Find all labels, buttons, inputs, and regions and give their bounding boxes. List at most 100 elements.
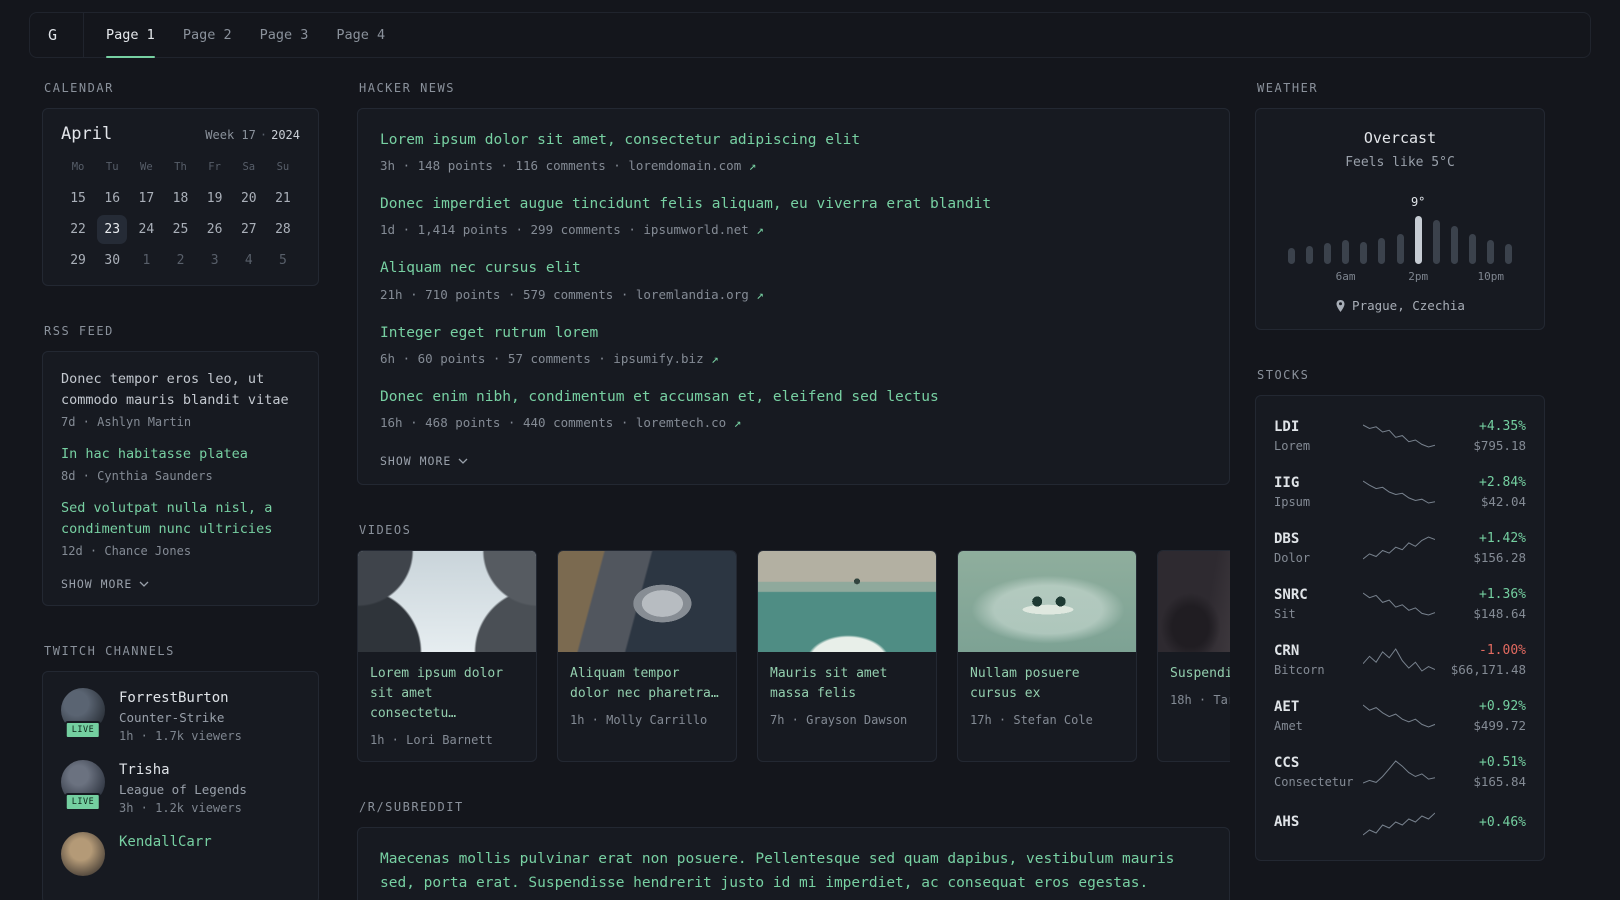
subreddit-card: Maecenas mollis pulvinar erat non posuer…	[357, 827, 1230, 900]
weather-bar	[1300, 190, 1318, 264]
weather-bar	[1482, 190, 1500, 264]
rss-item-meta: 12d · Chance Jones	[61, 543, 192, 558]
external-link-icon[interactable]: ↗	[711, 351, 719, 366]
video-card[interactable]: Suspendisse diam 18h · Tara	[1157, 549, 1230, 763]
weather-card: Overcast Feels like 5°C 9° 6am 2pm 10pm Pr…	[1255, 108, 1545, 330]
twitch-channel-row[interactable]: LIVE ForrestBurton Counter-Strike 1h · 1…	[61, 687, 300, 743]
stock-row[interactable]: CRN Bitcorn -1.00% $66,171.48	[1274, 632, 1526, 688]
stock-row[interactable]: IIG Ipsum +2.84% $42.04	[1274, 464, 1526, 520]
dashboard-content: CALENDAR April Week 17 · 2024 Mo Tu We Th …	[0, 58, 1620, 900]
news-item: Donec imperdiet augue tincidunt felis al…	[380, 193, 1207, 237]
channel-game: Counter-Strike	[119, 709, 225, 725]
reddit-post: Maecenas mollis pulvinar erat non posuer…	[380, 848, 1207, 900]
stock-ticker: IIG	[1274, 475, 1300, 491]
stock-price: $156.28	[1473, 550, 1526, 565]
stock-name: Lorem	[1274, 439, 1311, 453]
stock-sparkline	[1363, 647, 1436, 673]
stock-price: $795.18	[1473, 438, 1526, 453]
video-card[interactable]: Nullam posuere cursus ex 17h · Stefan Co…	[957, 549, 1137, 763]
video-info: Mauris sit amet massa felis 7h · Grayson…	[758, 652, 936, 741]
rss-show-more-button[interactable]: SHOW MORE	[61, 577, 149, 591]
tab-page-3[interactable]: Page 3	[260, 13, 309, 57]
twitch-widget: TWITCH CHANNELS LIVE ForrestBurton Count…	[42, 644, 319, 900]
video-card[interactable]: Aliquam tempor dolor nec pharetra… 1h · …	[557, 549, 737, 763]
stock-row[interactable]: AHS +0.46%	[1274, 800, 1526, 848]
rss-item: In hac habitasse platea 8d · Cynthia Sau…	[61, 444, 300, 483]
rss-item-link[interactable]: Sed volutpat nulla nisl, a condimentum n…	[61, 498, 300, 540]
twitch-section-title: TWITCH CHANNELS	[44, 643, 175, 658]
news-item-link[interactable]: Lorem ipsum dolor sit amet, consectetur …	[380, 129, 1207, 152]
weather-bar	[1445, 190, 1463, 264]
video-thumbnail	[558, 550, 736, 652]
news-item-link[interactable]: Donec imperdiet augue tincidunt felis al…	[380, 193, 1207, 216]
videos-row: Lorem ipsum dolor sit amet consectetu… 1…	[357, 549, 1230, 763]
news-item-link[interactable]: Donec enim nibh, condimentum et accumsan…	[380, 386, 1207, 409]
video-info: Aliquam tempor dolor nec pharetra… 1h · …	[558, 652, 736, 741]
calendar-day: 25	[172, 222, 189, 237]
tab-page-4[interactable]: Page 4	[336, 13, 385, 57]
app-logo: G	[30, 13, 85, 57]
news-item: Donec enim nibh, condimentum et accumsan…	[380, 386, 1207, 430]
external-link-icon[interactable]: ↗	[756, 222, 764, 237]
stock-change: +4.35%	[1479, 419, 1526, 434]
channel-avatar: LIVE	[61, 759, 105, 811]
calendar-day: 29	[70, 253, 86, 268]
stock-price: $66,171.48	[1450, 662, 1526, 677]
twitch-channel-row[interactable]: LIVE Trisha League of Legends 3h · 1.2k …	[61, 759, 300, 815]
calendar-year-label: 2024	[271, 128, 300, 142]
subreddit-widget: /R/SUBREDDIT Maecenas mollis pulvinar er…	[357, 800, 1230, 900]
video-card[interactable]: Lorem ipsum dolor sit amet consectetu… 1…	[357, 549, 537, 763]
weather-bar	[1336, 190, 1354, 264]
news-item-meta: 21h · 710 points · 579 comments · loreml…	[380, 287, 1207, 302]
rss-item-link[interactable]: Donec tempor eros leo, ut commodo mauris…	[61, 369, 300, 411]
stock-row[interactable]: DBS Dolor +1.42% $156.28	[1274, 520, 1526, 576]
video-title: Mauris sit amet massa felis	[770, 665, 888, 702]
external-link-icon[interactable]: ↗	[734, 415, 742, 430]
stock-row[interactable]: CCS Consectetur +0.51% $165.84	[1274, 744, 1526, 800]
weather-bar	[1464, 190, 1482, 264]
subreddit-section-title: /R/SUBREDDIT	[359, 800, 464, 815]
external-link-icon[interactable]: ↗	[756, 287, 764, 302]
calendar-week-label: Week 17	[205, 128, 256, 142]
stock-name: Ipsum	[1274, 495, 1311, 509]
hackernews-show-more-button[interactable]: SHOW MORE	[380, 454, 468, 468]
calendar-day-next-month: 4	[244, 253, 253, 268]
weekday-header: We	[140, 161, 153, 173]
calendar-grid: Mo Tu We Th Fr Sa Su 15 16 17 18 19 20 2…	[61, 157, 300, 275]
video-meta: 18h · Tara	[1170, 693, 1230, 708]
calendar-day-next-month: 5	[279, 253, 287, 268]
stock-sparkline	[1363, 811, 1436, 837]
stock-row[interactable]: AET Amet +0.92% $499.72	[1274, 688, 1526, 744]
rss-item-link[interactable]: In hac habitasse platea	[61, 444, 300, 465]
stock-ticker: LDI	[1274, 419, 1300, 435]
weekday-header: Th	[174, 161, 187, 173]
stocks-section-title: STOCKS	[1257, 368, 1310, 382]
news-meta-text: 6h · 60 points · 57 comments · ipsumify.…	[380, 350, 704, 366]
separator-dot: ·	[259, 128, 268, 142]
external-link-icon[interactable]: ↗	[749, 158, 757, 173]
video-card[interactable]: Mauris sit amet massa felis 7h · Grayson…	[757, 549, 937, 763]
stock-row[interactable]: LDI Lorem +4.35% $795.18	[1274, 408, 1526, 464]
channel-game: League of Legends	[119, 781, 247, 797]
video-meta: 7h · Grayson Dawson	[770, 713, 908, 728]
left-column: CALENDAR April Week 17 · 2024 Mo Tu We Th …	[42, 81, 319, 900]
news-item-link[interactable]: Aliquam nec cursus elit	[380, 257, 1207, 280]
video-info: Lorem ipsum dolor sit amet consectetu… 1…	[358, 652, 536, 761]
weather-bar	[1500, 190, 1518, 264]
right-column: WEATHER Overcast Feels like 5°C 9° 6am 2p…	[1255, 81, 1545, 899]
channel-info: Trisha League of Legends 3h · 1.2k viewe…	[119, 760, 247, 815]
show-more-label: SHOW MORE	[61, 576, 133, 591]
calendar-day: 24	[138, 222, 155, 237]
tab-page-2[interactable]: Page 2	[183, 13, 232, 57]
channel-avatar	[61, 831, 105, 880]
video-meta: 17h · Stefan Cole	[970, 713, 1093, 728]
chevron-down-icon	[458, 458, 468, 464]
stock-row[interactable]: SNRC Sit +1.36% $148.64	[1274, 576, 1526, 632]
video-thumbnail	[958, 550, 1136, 652]
calendar-day: 20	[240, 191, 257, 206]
tab-page-1[interactable]: Page 1	[106, 13, 155, 58]
reddit-post-link[interactable]: Maecenas mollis pulvinar erat non posuer…	[380, 848, 1207, 894]
current-temp-label: 9°	[1410, 195, 1426, 209]
twitch-channel-row[interactable]: KendallCarr	[61, 831, 300, 880]
news-item-link[interactable]: Integer eget rutrum lorem	[380, 322, 1207, 345]
